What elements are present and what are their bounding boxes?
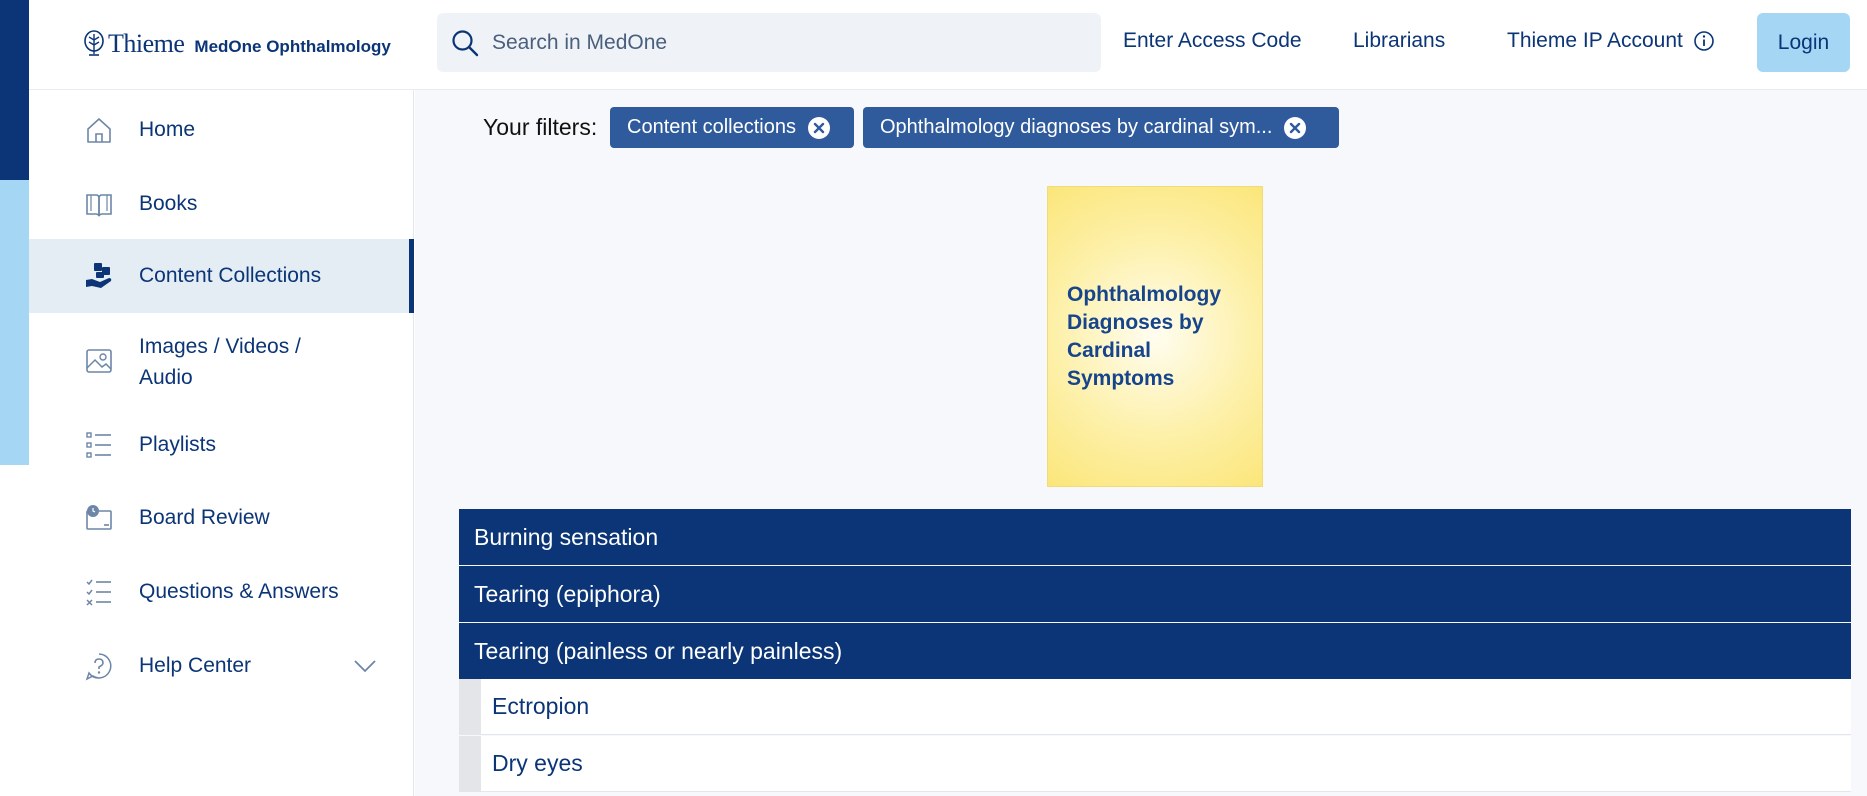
sidebar-item-questions-answers[interactable]: Questions & Answers	[29, 559, 414, 625]
accordion-section-tearing-painless[interactable]: Tearing (painless or nearly painless)	[459, 623, 1851, 679]
search-input[interactable]	[490, 29, 1050, 56]
list-item-ectropion[interactable]: Ectropion	[459, 679, 1851, 735]
list-item-dry-eyes[interactable]: Dry eyes	[459, 736, 1851, 792]
sidebar-item-label: Board Review	[139, 506, 270, 529]
chevron-down-icon[interactable]	[353, 658, 377, 674]
sidebar-item-playlists[interactable]: Playlists	[29, 412, 414, 478]
search-icon[interactable]	[450, 28, 480, 58]
thieme-logo[interactable]: Thieme MedOne Ophthalmology	[83, 26, 391, 62]
brand-name: Thieme	[108, 29, 185, 58]
enter-access-code-link[interactable]: Enter Access Code	[1123, 29, 1302, 53]
filter-chip-ophthalmology-diagnoses[interactable]: Ophthalmology diagnoses by cardinal sym.…	[863, 107, 1339, 148]
accordion-section-label: Tearing (epiphora)	[474, 580, 661, 607]
header: Thieme MedOne Ophthalmology Enter Access…	[29, 0, 1867, 90]
filter-chip-label: Content collections	[627, 116, 796, 138]
help-icon	[85, 653, 112, 681]
librarians-link[interactable]: Librarians	[1353, 29, 1445, 53]
book-cover-title: Ophthalmology Diagnoses by Cardinal Symp…	[1067, 283, 1221, 390]
product-name: MedOne Ophthalmology	[194, 36, 391, 56]
main-content: Your filters: Content collections Ophtha…	[415, 90, 1867, 796]
playlist-icon	[86, 432, 111, 458]
ip-account-link[interactable]: Thieme IP Account	[1507, 29, 1715, 53]
filter-chip-content-collections[interactable]: Content collections	[610, 107, 854, 148]
board-review-icon	[86, 505, 112, 530]
accordion-section-label: Burning sensation	[474, 523, 659, 550]
sidebar-item-label: Images / Videos / Audio	[139, 335, 301, 389]
indent-bar	[459, 736, 481, 791]
indent-bar	[459, 679, 481, 734]
image-icon	[86, 349, 112, 373]
sidebar-item-content-collections[interactable]: Content Collections	[29, 239, 414, 313]
sidebar-item-label: Playlists	[139, 433, 217, 456]
ip-account-label: Thieme IP Account	[1507, 29, 1683, 52]
collections-icon	[86, 263, 112, 288]
sidebar-item-label: Content Collections	[139, 264, 322, 287]
sidebar-nav: Home Books Content Collections Images / …	[29, 90, 414, 796]
sidebar-item-board-review[interactable]: Board Review	[29, 485, 414, 551]
book-icon	[86, 194, 112, 217]
remove-filter-icon[interactable]	[807, 116, 830, 139]
accordion-section-burning-sensation[interactable]: Burning sensation	[459, 509, 1851, 565]
left-edge-decoration	[0, 0, 29, 796]
filter-chip-label: Ophthalmology diagnoses by cardinal sym.…	[880, 116, 1273, 138]
home-icon	[87, 118, 111, 143]
checklist-icon	[86, 579, 111, 606]
tree-logo-icon	[84, 30, 104, 56]
sidebar-item-label: Home	[139, 118, 196, 141]
sidebar-item-label: Questions & Answers	[139, 580, 339, 603]
info-icon[interactable]	[1693, 30, 1715, 52]
sidebar-item-label: Books	[139, 192, 198, 215]
sidebar-item-home[interactable]: Home	[29, 97, 414, 163]
list-item-label: Ectropion	[492, 693, 590, 719]
login-button[interactable]: Login	[1757, 13, 1850, 72]
search-bar	[437, 13, 1101, 72]
accordion-section-tearing-epiphora[interactable]: Tearing (epiphora)	[459, 566, 1851, 622]
book-cover[interactable]: Ophthalmology Diagnoses by Cardinal Symp…	[1047, 186, 1263, 487]
filters-label: Your filters:	[483, 114, 598, 140]
edge-stripe-dark	[0, 0, 29, 180]
edge-stripe-light	[0, 180, 29, 465]
sidebar-item-images-videos-audio[interactable]: Images / Videos / Audio	[29, 316, 414, 408]
accordion-section-label: Tearing (painless or nearly painless)	[474, 637, 843, 664]
sidebar-item-label: Help Center	[139, 654, 252, 677]
remove-filter-icon[interactable]	[1284, 116, 1307, 139]
sidebar-item-help-center[interactable]: Help Center	[29, 633, 414, 699]
sidebar-item-books[interactable]: Books	[29, 171, 414, 237]
list-item-label: Dry eyes	[492, 750, 583, 776]
